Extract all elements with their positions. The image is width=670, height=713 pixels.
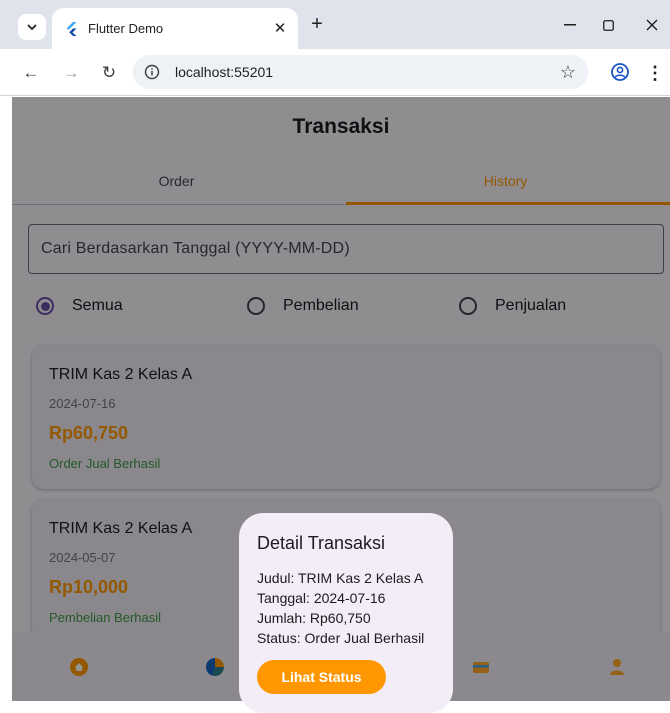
close-icon[interactable]: ✕ [270,18,290,38]
lihat-status-button[interactable]: Lihat Status [257,660,386,694]
tab-title: Flutter Demo [88,21,164,36]
plus-icon[interactable]: + [306,13,328,35]
browser-tab[interactable]: Flutter Demo ✕ [52,8,298,49]
browser-toolbar: ← → ↻ localhost:55201 ☆ ⋮ [0,49,670,96]
dialog-tanggal: Tanggal: 2024-07-16 [257,590,386,606]
profile-icon[interactable] [610,62,630,82]
flutter-icon [66,22,77,36]
window-close-icon[interactable] [637,13,667,37]
dialog-status: Status: Order Jual Berhasil [257,630,425,646]
browser-tab-bar: Flutter Demo ✕ + [0,0,670,49]
back-icon[interactable]: ← [20,62,42,84]
reload-icon[interactable]: ↻ [98,62,120,84]
star-icon[interactable]: ☆ [558,62,578,82]
dialog-judul: Judul: TRIM Kas 2 Kelas A [257,570,424,586]
info-icon[interactable] [144,64,160,80]
address-bar[interactable]: localhost:55201 ☆ [133,55,588,89]
url-text: localhost:55201 [175,64,274,80]
transaction-detail-dialog: Detail Transaksi Judul: TRIM Kas 2 Kelas… [239,513,453,713]
more-icon[interactable]: ⋮ [646,62,664,84]
maximize-icon[interactable] [593,13,623,37]
chevron-down-icon [27,23,37,30]
dialog-title: Detail Transaksi [257,533,386,553]
minimize-icon[interactable] [555,13,585,37]
dialog-jumlah: Jumlah: Rp60,750 [257,610,371,626]
forward-icon[interactable]: → [60,62,82,84]
tab-search-button[interactable] [18,14,46,40]
